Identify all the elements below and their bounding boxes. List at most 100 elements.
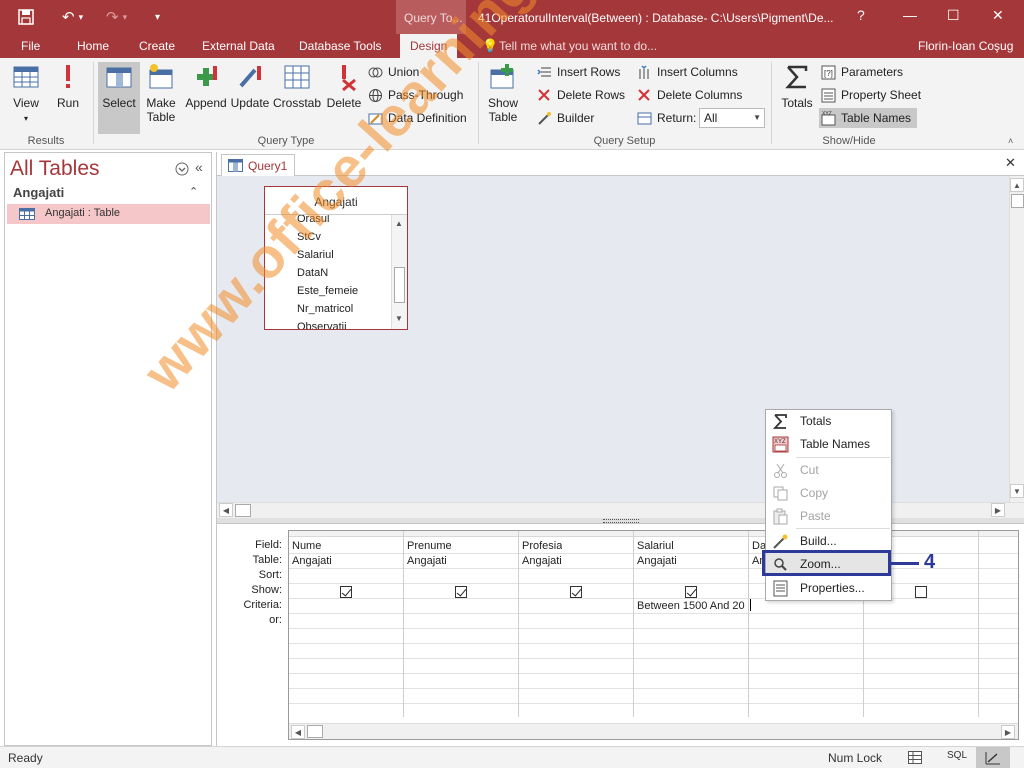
grid-table-cell[interactable]: Angajati (637, 555, 677, 567)
tab-query1[interactable]: Query1 (221, 154, 295, 176)
builder-button[interactable]: Builder (537, 108, 594, 128)
shutter-bar-icon[interactable]: « (195, 159, 203, 175)
grid-field-cell[interactable]: Prenume (407, 540, 452, 552)
table-names-button[interactable]: XYZ Table Names (819, 108, 918, 128)
grid-table-cell[interactable]: Angajati (522, 555, 562, 567)
menu-item-build[interactable]: Build... (766, 530, 891, 552)
menu-item-properties[interactable]: Properties... (766, 577, 891, 599)
show-table-button[interactable]: Show Table (484, 62, 522, 124)
show-checkbox[interactable] (915, 586, 927, 598)
field-item[interactable]: StCv (297, 231, 321, 243)
nav-item-angajati-table[interactable]: Angajati : Table (7, 204, 210, 224)
show-checkbox[interactable] (340, 586, 352, 598)
tab-database-tools[interactable]: Database Tools (299, 39, 382, 53)
tab-external-data[interactable]: External Data (202, 39, 275, 53)
data-definition-button[interactable]: Data Definition (368, 108, 467, 128)
design-view-button[interactable] (976, 747, 1010, 768)
append-button[interactable]: Append (183, 62, 229, 110)
field-list-title[interactable]: Angajati (265, 187, 407, 215)
customize-qat-icon[interactable]: ▾ (155, 0, 160, 34)
make-table-button[interactable]: Make Table (142, 62, 180, 124)
scroll-right-icon[interactable]: ▶ (991, 503, 1005, 517)
scroll-left-icon[interactable]: ◀ (219, 503, 233, 517)
crosstab-button[interactable]: Crosstab (273, 62, 321, 110)
design-pane-hscroll[interactable]: ◀ ▶ (217, 502, 1024, 518)
field-item[interactable]: Orasul (297, 215, 329, 225)
scroll-down-icon[interactable]: ▼ (1010, 484, 1024, 498)
insert-rows-button[interactable]: Insert Rows (537, 62, 620, 82)
nav-group-header[interactable]: Angajati (13, 185, 64, 200)
sql-view-button[interactable]: SQL (947, 750, 967, 761)
scroll-up-icon[interactable]: ▲ (392, 217, 406, 231)
redo-icon[interactable]: ↷ ▾ (106, 0, 127, 34)
delete-columns-button[interactable]: Delete Columns (637, 85, 742, 105)
field-item[interactable]: Observatii (297, 321, 347, 329)
select-query-button[interactable]: Select (98, 62, 140, 134)
parameters-button[interactable]: [?] Parameters (821, 62, 903, 82)
builder-wand-icon (773, 534, 788, 549)
title-bar: ↶ ▾ ↷ ▾ ▾ Query To... 41OperatorulInterval… (0, 0, 1024, 34)
delete-query-button[interactable]: Delete (324, 62, 364, 110)
run-button[interactable]: Run (52, 62, 84, 110)
close-document-icon[interactable]: ✕ (1005, 155, 1016, 171)
scroll-thumb[interactable] (235, 504, 251, 517)
scroll-up-icon[interactable]: ▲ (1010, 178, 1024, 192)
show-checkbox[interactable] (685, 586, 697, 598)
undo-icon[interactable]: ↶ ▾ (62, 0, 83, 34)
maximize-button[interactable]: ☐ (947, 7, 960, 24)
view-button[interactable]: View ▾ (6, 62, 46, 124)
grid-criteria-cell[interactable]: Between 1500 And 20 (637, 600, 747, 612)
grid-hscroll[interactable]: ◀ ▶ (289, 723, 1018, 739)
scroll-right-icon[interactable]: ▶ (1001, 725, 1015, 739)
chevron-up-icon[interactable]: ⌃ (189, 185, 198, 198)
field-item[interactable]: DataN (297, 267, 328, 279)
minimize-button[interactable]: — (903, 7, 917, 23)
field-item[interactable]: Salariul (297, 249, 334, 261)
scroll-thumb[interactable] (394, 267, 405, 303)
grid-field-cell[interactable]: Profesia (522, 540, 562, 552)
pass-through-button[interactable]: Pass-Through (368, 85, 463, 105)
scroll-down-icon[interactable]: ▼ (392, 312, 406, 326)
field-item[interactable]: Este_femeie (297, 285, 358, 297)
menu-item-copy[interactable]: Copy (766, 482, 891, 504)
delete-rows-button[interactable]: Delete Rows (537, 85, 625, 105)
totals-button[interactable]: Totals (778, 62, 816, 110)
show-checkbox[interactable] (455, 586, 467, 598)
help-button[interactable]: ? (857, 7, 865, 23)
menu-item-paste[interactable]: Paste (766, 505, 891, 527)
save-icon[interactable] (18, 0, 34, 34)
collapse-ribbon-icon[interactable]: ˄ (1008, 136, 1013, 146)
tab-design[interactable]: Design (400, 34, 458, 58)
close-button[interactable]: ✕ (992, 7, 1004, 24)
tell-me-box[interactable]: Tell me what you want to do... (499, 39, 657, 53)
splitter-grip[interactable] (603, 519, 639, 523)
field-list-angajati[interactable]: Angajati Orasul StCv Salariul DataN Este… (264, 186, 408, 330)
menu-item-cut[interactable]: Cut (766, 459, 891, 481)
column-selectors[interactable] (289, 531, 1018, 537)
property-sheet-button[interactable]: Property Sheet (821, 85, 921, 105)
user-name[interactable]: Florin-Ioan Coşug (918, 39, 1013, 53)
return-dropdown[interactable]: All ▼ (699, 108, 765, 128)
field-item[interactable]: Nr_matricol (297, 303, 353, 315)
grid-field-cell[interactable]: Nume (292, 540, 321, 552)
scroll-thumb[interactable] (1011, 194, 1024, 208)
insert-columns-button[interactable]: Insert Columns (637, 62, 738, 82)
datasheet-view-icon[interactable] (908, 751, 922, 764)
tab-create[interactable]: Create (139, 39, 175, 53)
show-checkbox[interactable] (570, 586, 582, 598)
menu-item-table-names[interactable]: XYZ Table Names (766, 433, 891, 455)
menu-item-totals[interactable]: Totals (766, 410, 891, 432)
tab-home[interactable]: Home (77, 39, 109, 53)
scroll-left-icon[interactable]: ◀ (291, 725, 305, 739)
field-list-scrollbar[interactable]: ▲ ▼ (391, 215, 407, 329)
union-button[interactable]: Union (368, 62, 419, 82)
scroll-thumb[interactable] (307, 725, 323, 738)
grid-table-cell[interactable]: Angajati (292, 555, 332, 567)
tab-file[interactable]: File (21, 39, 40, 53)
grid-field-cell[interactable]: Salariul (637, 540, 674, 552)
grid-table-cell[interactable]: Angajati (407, 555, 447, 567)
design-pane-vscroll[interactable]: ▲ ▼ (1009, 176, 1024, 502)
nav-pane-title[interactable]: All Tables (10, 157, 100, 181)
nav-dropdown-icon[interactable] (175, 162, 189, 176)
update-button[interactable]: Update (230, 62, 270, 110)
